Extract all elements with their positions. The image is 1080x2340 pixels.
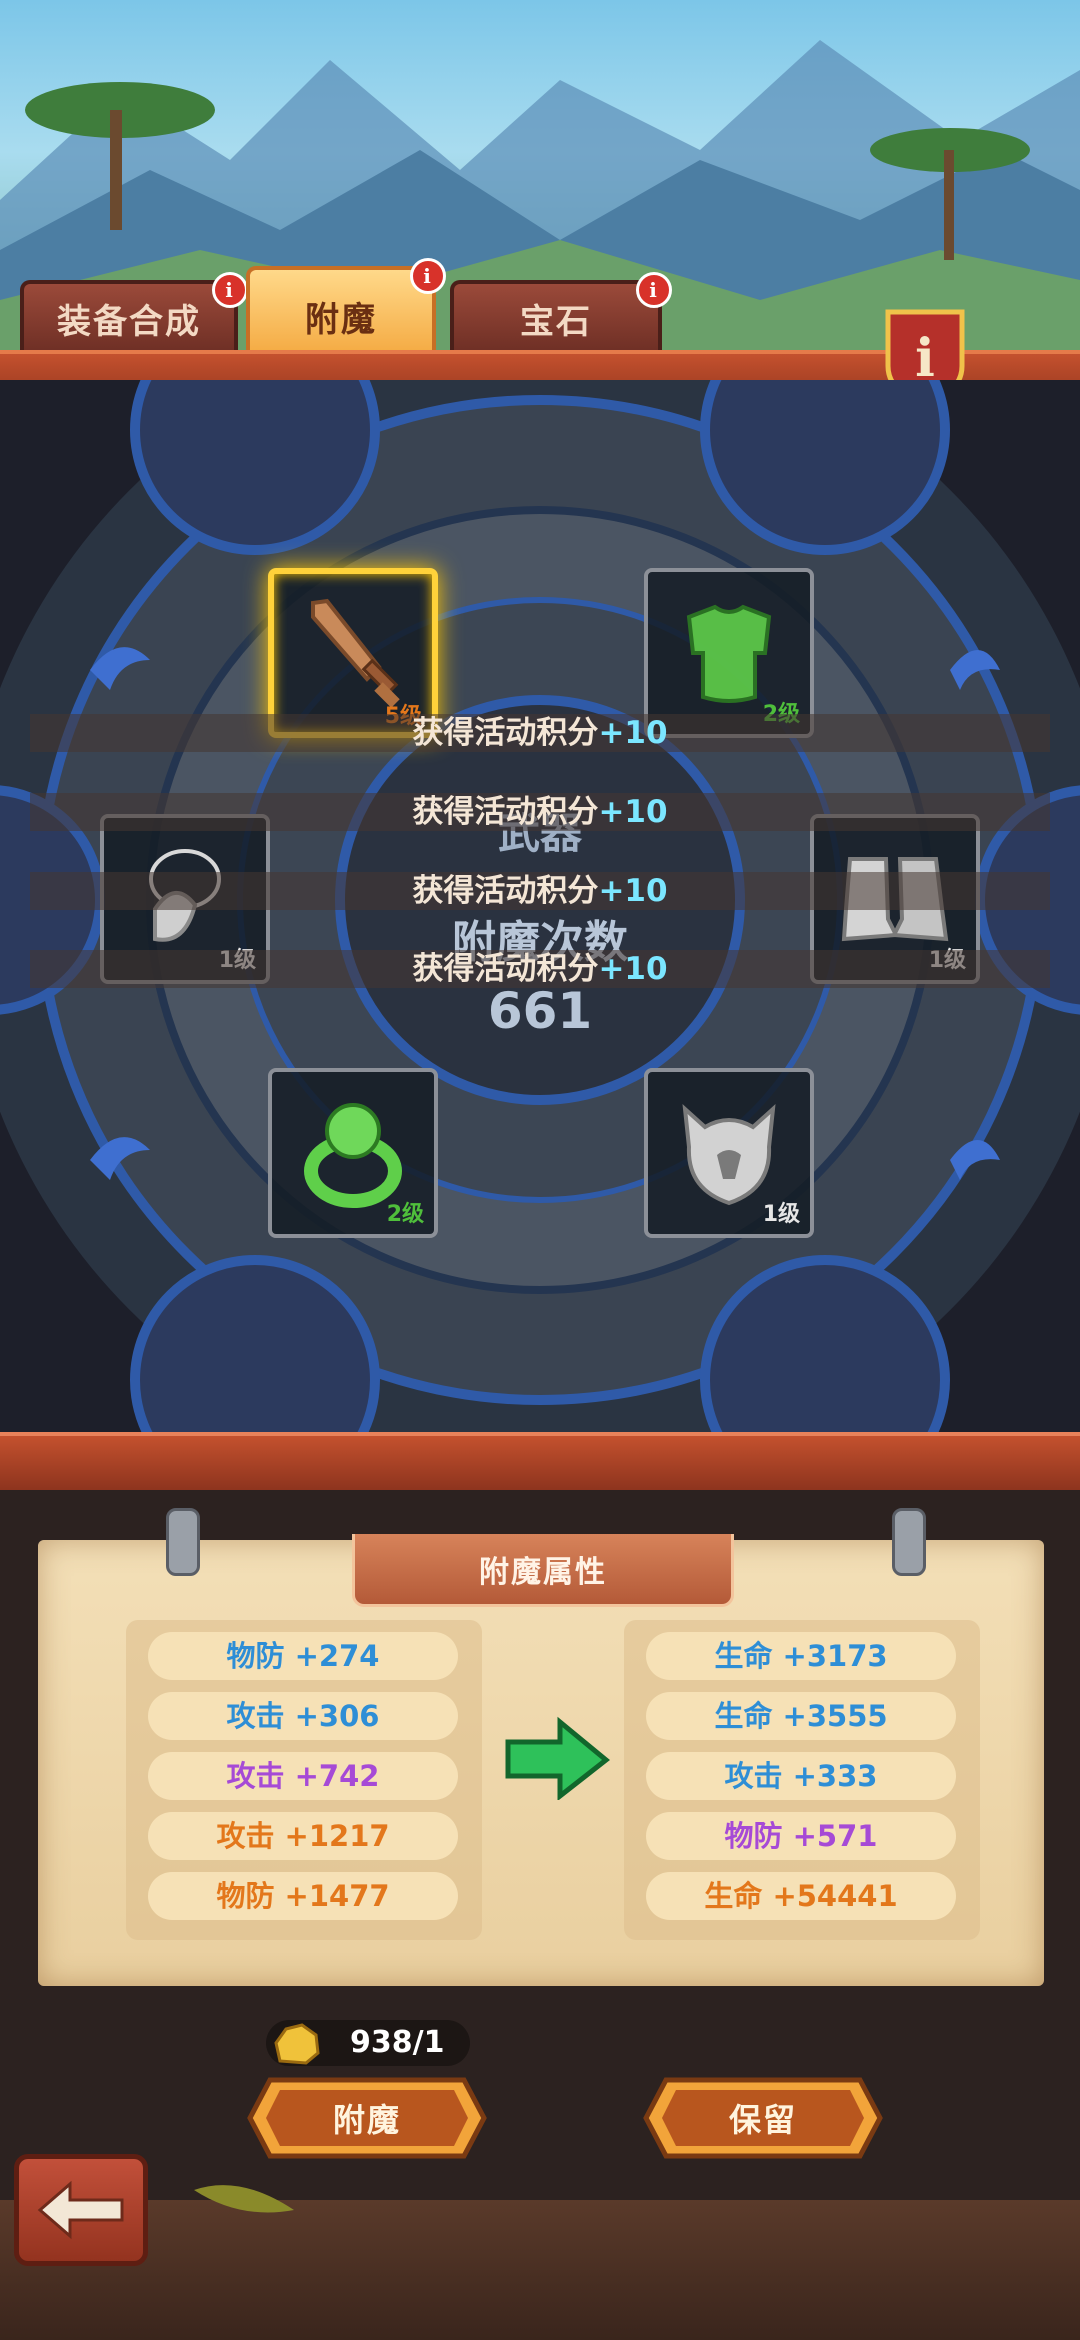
keep-button-label: 保留: [728, 2101, 797, 2139]
lower-wood-plank: [0, 1432, 1080, 1496]
toast-plus: +10: [598, 951, 668, 987]
enchant-button[interactable]: 附魔: [246, 2076, 488, 2160]
current-stat-row: 攻击 +742: [148, 1752, 458, 1800]
current-stat-row: 物防 +1477: [148, 1872, 458, 1920]
new-stat-row: 生命 +3555: [646, 1692, 956, 1740]
leaf-icon: [194, 2185, 294, 2213]
back-button[interactable]: [14, 2154, 148, 2266]
slot-weapon-sword[interactable]: 5级: [268, 568, 438, 738]
chest-armor-icon: [686, 604, 772, 703]
new-stat-row: 生命 +54441: [646, 1872, 956, 1920]
helmet-icon: [682, 1104, 776, 1206]
ring-icon: [304, 1103, 402, 1208]
slot-helmet[interactable]: 1级: [644, 1068, 814, 1238]
panel-title: 附魔属性: [352, 1534, 734, 1607]
toast-text: 获得活动积分: [412, 951, 599, 987]
new-stat-row: 生命 +3173: [646, 1632, 956, 1680]
toast-plus: +10: [598, 873, 668, 909]
tab-label: 宝石: [520, 301, 592, 342]
tab-alert-badge: i: [636, 272, 672, 308]
green-arrow-icon: [505, 1716, 610, 1800]
nail-left-icon: [166, 1508, 200, 1576]
tab-equipment-synthesis[interactable]: 装备合成 i: [20, 272, 248, 352]
toast-text: 获得活动积分: [412, 873, 599, 909]
slot-ring[interactable]: 2级: [268, 1068, 438, 1238]
keep-button[interactable]: 保留: [642, 2076, 884, 2160]
tab-label: 附魔: [305, 299, 377, 340]
toast-plus: +10: [598, 715, 668, 751]
gold-ore-icon: [274, 2023, 320, 2065]
tab-label: 装备合成: [57, 301, 201, 342]
current-stat-row: 攻击 +306: [148, 1692, 458, 1740]
current-stat-row: 攻击 +1217: [148, 1812, 458, 1860]
cost-value: 938/1: [350, 2025, 445, 2060]
new-stat-row: 物防 +571: [646, 1812, 956, 1860]
tab-enchant[interactable]: 附魔 i: [246, 258, 446, 362]
slot-level: 1级: [762, 1202, 800, 1227]
sword-icon: [311, 598, 400, 708]
back-arrow-icon: [37, 2180, 124, 2240]
reward-toast: 获得活动积分+10: [30, 950, 1050, 988]
new-stat-row: 攻击 +333: [646, 1752, 956, 1800]
enchant-count-value: 661: [487, 982, 593, 1040]
tab-alert-badge: i: [410, 258, 446, 294]
current-stat-row: 物防 +274: [148, 1632, 458, 1680]
tab-alert-badge: i: [212, 272, 248, 308]
ground-floor: [0, 2200, 1080, 2340]
enchant-cost: 938/1: [266, 2020, 470, 2066]
toast-text: 获得活动积分: [412, 794, 599, 830]
toast-plus: +10: [598, 794, 668, 830]
enchant-button-label: 附魔: [332, 2101, 401, 2139]
current-stats-box: 物防 +274 攻击 +306 攻击 +742 攻击 +1217 物防 +147…: [126, 1620, 482, 1940]
slot-level: 2级: [386, 1202, 424, 1227]
tab-gem[interactable]: 宝石 i: [450, 272, 672, 352]
reward-toast: 获得活动积分+10: [30, 714, 1050, 752]
new-stats-box: 生命 +3173 生命 +3555 攻击 +333 物防 +571 生命 +54…: [624, 1620, 980, 1940]
slot-armor[interactable]: 2级: [644, 568, 814, 738]
nail-right-icon: [892, 1508, 926, 1576]
reward-toast: 获得活动积分+10: [30, 793, 1050, 831]
toast-text: 获得活动积分: [412, 715, 599, 751]
reward-toast: 获得活动积分+10: [30, 872, 1050, 910]
